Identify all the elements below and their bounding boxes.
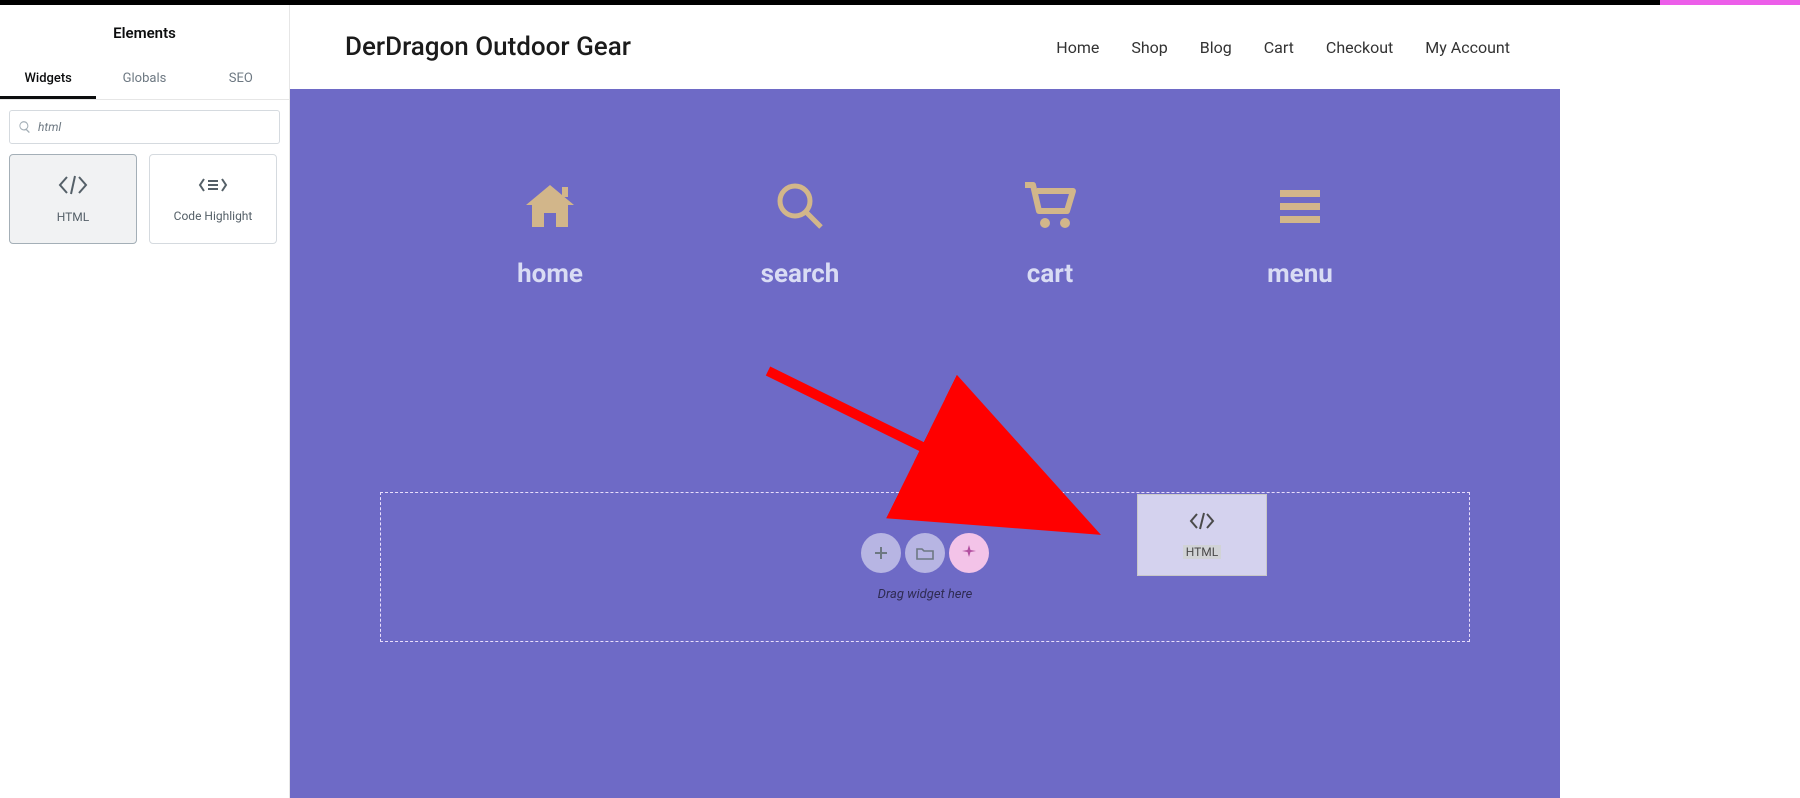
sidebar-tabs: Widgets Globals SEO	[0, 60, 289, 100]
icon-nav-home[interactable]: home	[490, 181, 610, 289]
nav-blog[interactable]: Blog	[1200, 38, 1232, 57]
tab-seo[interactable]: SEO	[193, 60, 289, 99]
widget-code-highlight[interactable]: Code Highlight	[149, 154, 277, 244]
home-icon	[522, 181, 578, 231]
elements-sidebar: Elements Widgets Globals SEO HTML Code H…	[0, 5, 290, 798]
widget-html-label: HTML	[57, 210, 90, 224]
widget-grid: HTML Code Highlight	[0, 154, 289, 244]
sparkle-icon	[961, 545, 977, 561]
widget-html[interactable]: HTML	[9, 154, 137, 244]
icon-nav-search-label: search	[761, 259, 840, 289]
nav-shop[interactable]: Shop	[1131, 38, 1167, 57]
site-nav: Home Shop Blog Cart Checkout My Account	[1056, 38, 1510, 57]
menu-icon	[1276, 181, 1324, 231]
nav-home[interactable]: Home	[1056, 38, 1099, 57]
site-title: DerDragon Outdoor Gear	[345, 32, 631, 62]
sidebar-title: Elements	[0, 5, 289, 60]
icon-nav-menu-label: menu	[1267, 259, 1333, 289]
icon-nav-cart-label: cart	[1027, 259, 1073, 289]
tab-widgets[interactable]: Widgets	[0, 60, 96, 99]
icon-nav-menu[interactable]: menu	[1240, 181, 1360, 289]
widget-drop-zone[interactable]: Drag widget here	[380, 492, 1470, 642]
folder-icon	[916, 546, 934, 560]
icon-nav-home-label: home	[517, 259, 583, 289]
widget-search-wrap	[0, 100, 289, 154]
nav-checkout[interactable]: Checkout	[1326, 38, 1393, 57]
site-header: DerDragon Outdoor Gear Home Shop Blog Ca…	[290, 5, 1560, 89]
icon-nav-row: home search cart menu	[290, 89, 1560, 289]
drop-zone-controls	[861, 533, 989, 573]
tab-globals[interactable]: Globals	[96, 60, 192, 99]
search-icon	[18, 120, 32, 134]
page-canvas[interactable]: home search cart menu	[290, 89, 1560, 798]
nav-my-account[interactable]: My Account	[1425, 38, 1510, 57]
editor-workspace: DerDragon Outdoor Gear Home Shop Blog Ca…	[290, 5, 1560, 798]
icon-nav-cart[interactable]: cart	[990, 181, 1110, 289]
code-icon	[57, 174, 89, 200]
drop-zone-ai-button[interactable]	[949, 533, 989, 573]
icon-nav-search[interactable]: search	[740, 181, 860, 289]
widget-search-input[interactable]	[38, 120, 271, 134]
search-large-icon	[775, 181, 825, 231]
widget-search[interactable]	[9, 110, 280, 144]
cart-icon	[1023, 181, 1077, 231]
drop-zone-hint: Drag widget here	[878, 587, 973, 602]
drop-zone-folder-button[interactable]	[905, 533, 945, 573]
nav-cart[interactable]: Cart	[1264, 38, 1294, 57]
code-highlight-icon	[198, 175, 228, 199]
plus-icon	[873, 545, 889, 561]
add-widget-button[interactable]	[861, 533, 901, 573]
widget-code-highlight-label: Code Highlight	[174, 209, 253, 223]
